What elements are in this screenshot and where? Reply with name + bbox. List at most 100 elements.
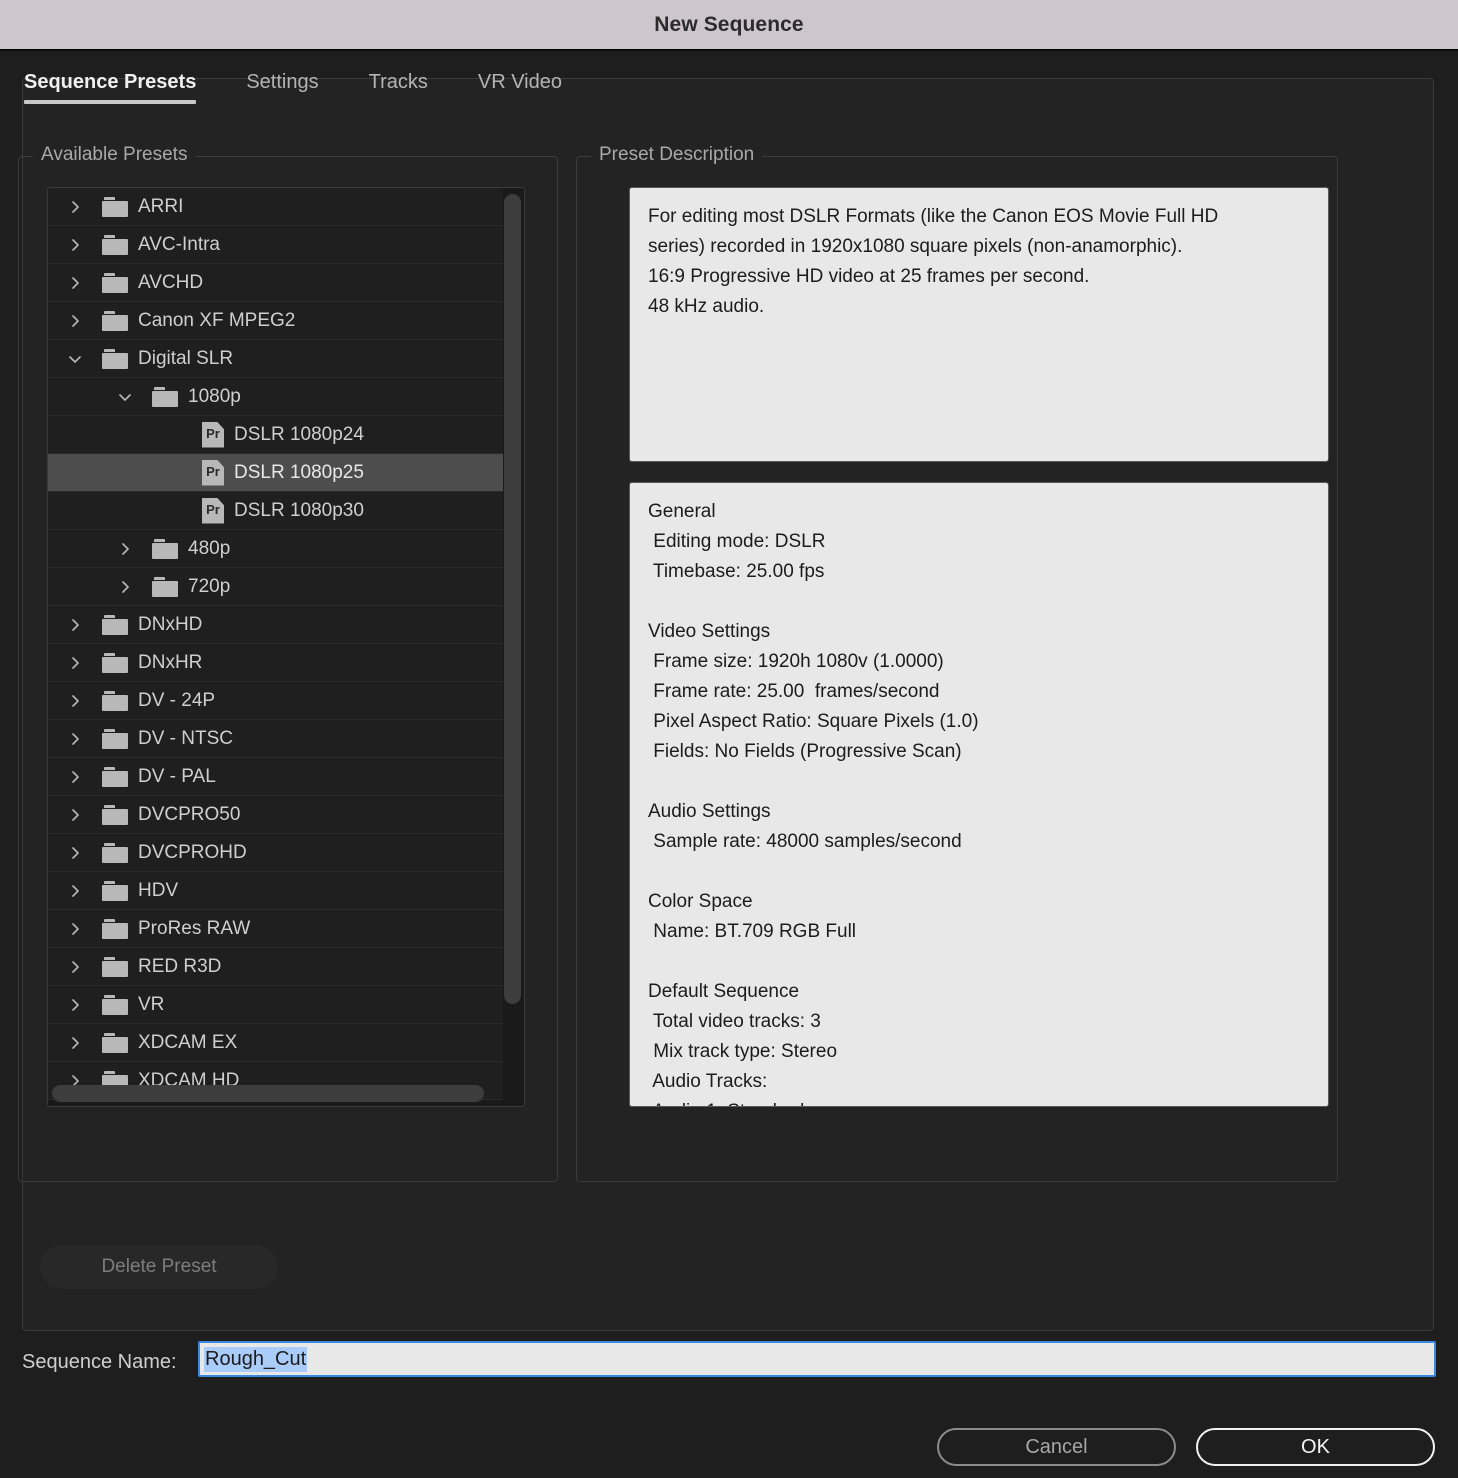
chevron-down-icon[interactable] [60,340,90,378]
preset-tree-row[interactable]: Pr DSLR 1080p24 [48,416,503,454]
chevron-right-icon[interactable] [60,834,90,872]
folder-icon [152,538,178,559]
chevron-right-icon[interactable] [60,226,90,264]
preset-tree-vertical-scrollbar[interactable] [504,192,521,1100]
preset-tree-row-label: DVCPRO50 [138,803,241,825]
preset-tree-row[interactable]: DV - 24P [48,682,503,720]
preset-tree-row[interactable]: DVCPROHD [48,834,503,872]
preset-tree-row-label: DNxHD [138,613,203,635]
page-title: New Sequence [654,12,804,36]
preset-tree-row-label: ProRes RAW [138,917,251,939]
chevron-right-icon[interactable] [60,302,90,340]
preset-tree-row[interactable]: DNxHR [48,644,503,682]
chevron-right-icon[interactable] [60,644,90,682]
folder-icon [102,652,128,673]
preset-tree-row[interactable]: VR [48,986,503,1024]
folder-icon [102,880,128,901]
preset-tree-row-label: DNxHR [138,651,203,673]
preset-settings-line [648,857,1310,887]
preset-tree-row-label: DSLR 1080p24 [234,423,364,445]
preset-description-line: 48 kHz audio. [648,296,765,317]
chevron-right-icon[interactable] [60,720,90,758]
cancel-button[interactable]: Cancel [937,1428,1176,1466]
preset-tree-row[interactable]: Digital SLR [48,340,503,378]
preset-tree-row[interactable]: Pr DSLR 1080p25 [48,454,503,492]
preset-settings-line: Name: BT.709 RGB Full [648,921,857,942]
scrollbar-thumb-vertical[interactable] [504,194,521,1004]
preset-tree-row[interactable]: RED R3D [48,948,503,986]
preset-tree-row[interactable]: DVCPRO50 [48,796,503,834]
chevron-right-icon[interactable] [60,1024,90,1062]
chevron-right-icon[interactable] [110,530,140,568]
preset-tree-row[interactable]: 720p [48,568,503,606]
chevron-right-icon[interactable] [60,796,90,834]
preset-tree-row-label: DV - 24P [138,689,216,711]
folder-icon [102,994,128,1015]
preset-tree-row[interactable]: ARRI [48,188,503,226]
folder-icon [102,348,128,369]
premiere-preset-file-icon: Pr [202,421,224,448]
tab-strip: Sequence Presets Settings Tracks VR Video [24,71,612,117]
scrollbar-thumb-horizontal[interactable] [52,1085,484,1102]
chevron-right-icon[interactable] [60,264,90,302]
preset-tree-row-label: DSLR 1080p30 [234,499,364,521]
preset-tree-row[interactable]: 480p [48,530,503,568]
preset-settings-line: Video Settings [648,621,771,642]
delete-preset-button[interactable]: Delete Preset [40,1245,278,1289]
preset-tree-row[interactable]: XDCAM EX [48,1024,503,1062]
chevron-right-icon[interactable] [110,568,140,606]
preset-description-legend: Preset Description [591,144,763,166]
folder-icon [102,196,128,217]
preset-tree-horizontal-scrollbar[interactable] [52,1085,498,1102]
folder-icon [102,804,128,825]
preset-tree-row[interactable]: DV - NTSC [48,720,503,758]
preset-settings-line: Editing mode: DSLR [648,531,826,552]
preset-tree-row-label: XDCAM EX [138,1031,238,1053]
sequence-name-input[interactable]: Rough_Cut [198,1341,1436,1377]
preset-tree[interactable]: ARRI AVC-Intra AVCHD Canon XF MPEG2 Digital … [47,187,525,1107]
preset-description-line: series) recorded in 1920x1080 square pix… [648,236,1183,257]
preset-description-line: 16:9 Progressive HD video at 25 frames p… [648,266,1090,287]
preset-tree-row-label: 720p [188,575,231,597]
preset-settings-summary[interactable]: General Editing mode: DSLR Timebase: 25.… [629,482,1329,1107]
preset-tree-row[interactable]: Pr DSLR 1080p30 [48,492,503,530]
preset-tree-row[interactable]: AVCHD [48,264,503,302]
preset-tree-row-label: DVCPROHD [138,841,247,863]
tab-sequence-presets[interactable]: Sequence Presets [24,71,197,104]
preset-tree-row[interactable]: AVC-Intra [48,226,503,264]
preset-tree-row-label: ARRI [138,195,184,217]
chevron-right-icon[interactable] [60,606,90,644]
preset-tree-row-label: Digital SLR [138,347,234,369]
preset-tree-row[interactable]: 1080p [48,378,503,416]
preset-settings-line: Frame size: 1920h 1080v (1.0000) [648,651,944,672]
ok-button[interactable]: OK [1196,1428,1435,1466]
chevron-right-icon[interactable] [60,948,90,986]
preset-settings-line: Color Space [648,891,753,912]
chevron-right-icon[interactable] [60,986,90,1024]
preset-settings-line [648,767,1310,797]
preset-settings-line: Total video tracks: 3 [648,1011,821,1032]
tab-vr-video[interactable]: VR Video [478,71,562,104]
folder-icon [102,918,128,939]
tab-tracks[interactable]: Tracks [369,71,428,104]
chevron-right-icon[interactable] [60,872,90,910]
preset-tree-row[interactable]: DV - PAL [48,758,503,796]
tree-twisty-placeholder [160,492,190,530]
folder-icon [102,690,128,711]
preset-tree-row[interactable]: Canon XF MPEG2 [48,302,503,340]
preset-description-group: Preset Description For editing most DSLR… [576,144,1338,1182]
preset-tree-row-label: DV - PAL [138,765,216,787]
chevron-right-icon[interactable] [60,682,90,720]
preset-settings-line: Frame rate: 25.00 frames/second [648,681,940,702]
chevron-right-icon[interactable] [60,188,90,226]
chevron-down-icon[interactable] [110,378,140,416]
tab-settings[interactable]: Settings [246,71,318,104]
preset-settings-line: General [648,501,716,522]
preset-tree-row[interactable]: ProRes RAW [48,910,503,948]
chevron-right-icon[interactable] [60,910,90,948]
preset-tree-row-label: VR [138,993,165,1015]
tab-label: Sequence Presets [24,71,197,93]
preset-tree-row[interactable]: DNxHD [48,606,503,644]
chevron-right-icon[interactable] [60,758,90,796]
preset-tree-row[interactable]: HDV [48,872,503,910]
